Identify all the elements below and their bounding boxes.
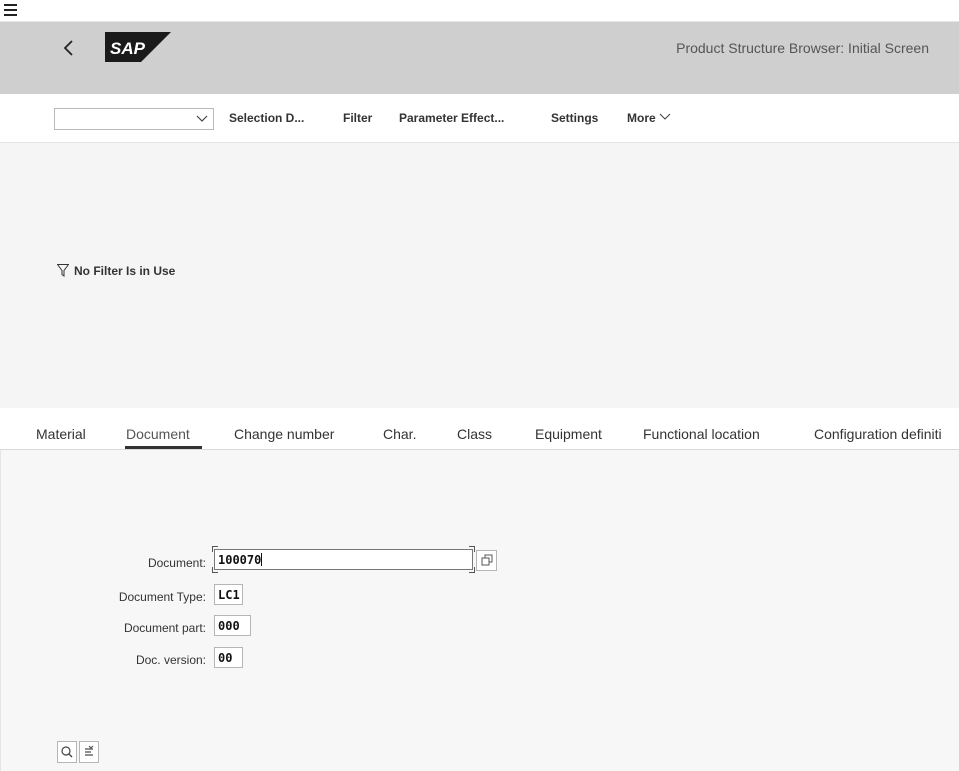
- tab-equipment[interactable]: Equipment: [535, 426, 602, 442]
- tab-configuration-definition[interactable]: Configuration definiti: [814, 426, 959, 442]
- document-input[interactable]: 100070: [214, 549, 473, 570]
- filter-button[interactable]: Filter: [343, 111, 372, 125]
- document-type-input[interactable]: LC1: [214, 584, 243, 605]
- sort-button[interactable]: [79, 741, 99, 763]
- search-button[interactable]: [57, 741, 77, 763]
- text-cursor: [261, 553, 263, 566]
- document-tab-panel: [0, 450, 959, 771]
- document-part-input[interactable]: 000: [214, 615, 251, 636]
- selection-dates-button[interactable]: Selection D...: [229, 111, 304, 125]
- parameter-effectivity-button[interactable]: Parameter Effect...: [399, 111, 504, 125]
- settings-button[interactable]: Settings: [551, 111, 598, 125]
- active-tab-indicator: [125, 446, 202, 449]
- document-input-value: 100070: [218, 553, 262, 567]
- focus-corner: [469, 567, 475, 573]
- tab-material[interactable]: Material: [36, 426, 86, 442]
- tab-document[interactable]: Document: [126, 426, 190, 442]
- menu-bar: [0, 0, 959, 22]
- shell-bar: SAP Product Structure Browser: Initial S…: [0, 22, 959, 94]
- document-version-label: Doc. version:: [135, 653, 206, 667]
- chevron-left-icon: [63, 40, 73, 56]
- hamburger-menu-icon[interactable]: [4, 4, 20, 18]
- sap-logo: SAP: [105, 32, 171, 67]
- tab-char[interactable]: Char.: [383, 426, 416, 442]
- focus-corner: [212, 546, 218, 552]
- page-title: Product Structure Browser: Initial Scree…: [676, 40, 929, 56]
- variant-select[interactable]: [54, 108, 214, 130]
- back-button[interactable]: [62, 38, 80, 62]
- tab-class[interactable]: Class: [457, 426, 492, 442]
- focus-corner: [212, 567, 218, 573]
- value-help-button[interactable]: [476, 550, 497, 571]
- svg-text:SAP: SAP: [110, 39, 146, 58]
- document-part-label: Document part:: [123, 621, 206, 635]
- chevron-down-icon: [196, 115, 208, 122]
- more-button-label: More: [627, 111, 656, 125]
- sort-icon: [85, 745, 94, 756]
- tab-change-number[interactable]: Change number: [234, 426, 334, 442]
- search-icon: [61, 746, 73, 758]
- document-type-label: Document Type:: [118, 590, 206, 604]
- document-label: Document:: [147, 556, 206, 570]
- more-button[interactable]: More: [627, 111, 671, 125]
- document-version-input[interactable]: 00: [214, 647, 243, 668]
- filter-status-text: No Filter Is in Use: [74, 264, 176, 278]
- filter-icon: [57, 264, 69, 277]
- focus-corner: [469, 546, 475, 552]
- value-help-icon: [481, 554, 493, 566]
- tab-functional-location[interactable]: Functional location: [643, 426, 760, 442]
- chevron-down-icon: [659, 113, 671, 120]
